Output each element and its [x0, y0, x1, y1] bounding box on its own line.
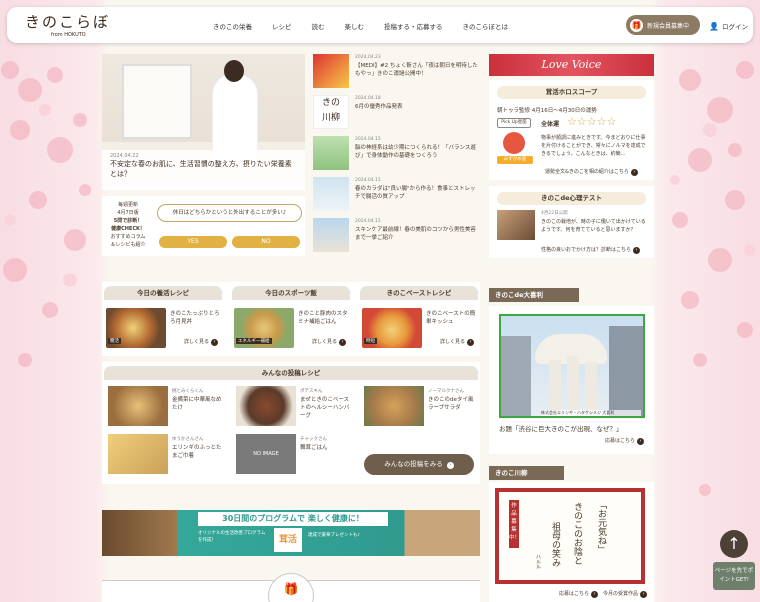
- senryu-poem-frame[interactable]: 作品募集中！ 「お元気ね」 きのこのお陰と 祖母の笑み ハルル: [495, 488, 645, 584]
- psych-link[interactable]: 性格の良いおでかけ方は？診断はこちら ›: [541, 246, 641, 254]
- luck-stars: ☆☆☆☆☆: [567, 115, 617, 128]
- nav-recipe[interactable]: レシピ: [272, 21, 292, 31]
- horoscope-card: 茸活ホロスコープ 朝トゥラ監修 4月16日〜4月30日の運勢 Pick Up星座…: [489, 80, 654, 180]
- recipe-card[interactable]: 簡活 きのこたっぷりとろろ月見丼 詳しく見る ›: [106, 308, 224, 348]
- horoscope-text: 物事が順調に進みときです。今まどおりに仕事を片付けることができ、常々にノルマを達…: [541, 135, 646, 157]
- senryu-author: ハルル: [535, 554, 541, 569]
- news-item[interactable]: 2024.04.23 【MEDI】#2 ちょく斬さん「夜は朝日を明待したもやっ」き…: [313, 54, 481, 88]
- campaign-left-text: オリジナルの生活改善プログラムを作成！: [198, 531, 266, 543]
- ogiri-card: 株式会社エリンギ・ハタケシメジ 大喜利 お題「渋谷に巨大きのこが出現、なぜ？」 …: [489, 306, 654, 454]
- aquarius-icon: [503, 132, 525, 154]
- horoscope-link[interactable]: 運勢全文&きのこを相の紹介はこちら ›: [545, 168, 638, 176]
- no-image-placeholder: NO IMAGE: [236, 434, 296, 474]
- scroll-top-button[interactable]: ↑: [720, 530, 748, 558]
- psych-date: 4月22日公開: [541, 211, 568, 216]
- news-item[interactable]: 2024.04.15 脳の神経系は幼少期につくられる！「バランス遊び」で身体動作の…: [313, 136, 481, 170]
- senryu-card: 作品募集中！ 「お元気ね」 きのこのお陰と 祖母の笑み ハルル 応募はこちら › …: [489, 482, 654, 602]
- hero-title: 不安定な春のお肌に、生活習慣の整え方、摂りたい栄養素とは？: [110, 160, 292, 178]
- campaign-logo: 茸活: [274, 528, 302, 552]
- nav-read[interactable]: 読む: [312, 21, 325, 31]
- senryu-tag: きのこ川柳: [489, 466, 564, 480]
- campaign-right-text: 達成で豪華プレゼントも♪: [308, 533, 361, 538]
- user-icon: 👤: [709, 22, 719, 31]
- recipe-title: きのこたっぷりとろろ月見丼: [170, 311, 220, 325]
- nav-about[interactable]: きのこらぼとは: [463, 21, 509, 31]
- ogiri-title: お題「渋谷に巨大きのこが出現、なぜ？」: [499, 425, 623, 433]
- quiz-intro: 毎週更新 4月7日版 5問で診断！ 健康CHECK！ おすすめコラム ＆レシピも紹介: [110, 202, 146, 248]
- arrow-up-icon: ↑: [727, 534, 741, 553]
- horoscope-period: 朝トゥラ監修 4月16日〜4月30日の運勢: [497, 108, 597, 114]
- horoscope-title: 茸活ホロスコープ: [497, 86, 646, 99]
- ogiri-image[interactable]: 株式会社エリンギ・ハタケシメジ 大喜利: [499, 314, 645, 418]
- senryu-winners-link[interactable]: 今月の受賞作品 ›: [603, 590, 648, 598]
- zodiac-sign: みずがめ座: [497, 156, 533, 164]
- section-daily-recipe: 今日の養活レシピ: [104, 286, 222, 300]
- news-item[interactable]: 2024.04.15 スキンケア最前線！春の美肌のコツから男性美容まで一挙ご紹介: [313, 218, 481, 252]
- view-all-posts-button[interactable]: みんなの投稿をみる ›: [364, 454, 474, 475]
- overall-luck: 全体運: [541, 121, 560, 128]
- psych-test-card: きのこde心理テスト 4月22日公開 きのこの栽培が、時の子に働いて出かけている…: [489, 186, 654, 258]
- quiz-question: 休日はどちらかというと外出することが多い♪: [157, 204, 302, 222]
- login-button[interactable]: 👤 ログイン: [709, 21, 748, 31]
- love-voice-banner[interactable]: Love Voice: [489, 54, 654, 76]
- pickup-badge: Pick Up星座: [497, 118, 531, 128]
- ogiri-caption: 株式会社エリンギ・ハタケシメジ 大喜利: [541, 410, 641, 416]
- nav-nutrition[interactable]: きのこの栄養: [213, 21, 252, 31]
- recipe-title: きのこベーストの簡単キッシュ: [426, 311, 476, 325]
- psych-title: きのこde心理テスト: [497, 192, 646, 205]
- logo-sub: from HOKUTO: [51, 32, 86, 38]
- senryu-line-1: 「お元気ね」: [596, 500, 606, 554]
- nav-enjoy[interactable]: 楽しむ: [345, 21, 365, 31]
- ogiri-link[interactable]: 応募はこちら ›: [605, 437, 645, 445]
- member-signup-button[interactable]: 🎁 新規会員募集中: [626, 15, 700, 35]
- post-item[interactable]: 桃とみくらくん 金備菜に中華風なめたけ: [104, 386, 222, 426]
- health-check-quiz: 毎週更新 4月7日版 5問で診断！ 健康CHECK！ おすすめコラム ＆レシピも紹介 休…: [102, 196, 305, 256]
- senryu-line-3: 祖母の笑み: [550, 522, 560, 567]
- recipe-card[interactable]: エネルギー補給 きのこと豚肉のスタミナ補給ごはん 詳しく見る ›: [234, 308, 352, 348]
- gift-icon: 🎁: [268, 573, 314, 602]
- quiz-no-button[interactable]: NO: [232, 236, 300, 248]
- recipe-more-link[interactable]: 詳しく見る ›: [312, 338, 347, 346]
- quiz-yes-button[interactable]: YES: [159, 236, 227, 248]
- recipe-more-link[interactable]: 詳しく見る ›: [184, 338, 219, 346]
- recipe-title: きのこと豚肉のスタミナ補給ごはん: [298, 311, 348, 325]
- recipe-sections: 今日の養活レシピ 今日のスポーツ飯 きのこベーストレシピ 簡活 きのこたっぷりと…: [102, 282, 480, 356]
- hero-caption[interactable]: 2024.04.22 不安定な春のお肌に、生活習慣の整え方、摂りたい栄養素とは？: [102, 150, 305, 190]
- section-sports-meal: 今日のスポーツ飯: [232, 286, 350, 300]
- psych-text: きのこの栽培が、時の子に働いて出かけているようです。何を育てていると思いますか？: [541, 219, 646, 233]
- senryu-badge: 作品募集中！: [509, 500, 520, 548]
- recipe-more-link[interactable]: 詳しく見る ›: [440, 338, 475, 346]
- main-nav: きのこの栄養 レシピ 読む 楽しむ 投稿する・応募する きのこらぼとは: [213, 21, 528, 31]
- post-item[interactable]: ゆうかさんさん エリンギのふっとたまご巾着: [104, 434, 222, 474]
- footer-area: 🎁: [102, 573, 480, 602]
- section-paste-recipe: きのこベーストレシピ: [360, 286, 478, 300]
- point-get-button[interactable]: ページを先でポイントGET!: [713, 562, 755, 590]
- news-item[interactable]: きの 川柳 2024.04.18 6月の優秀作品発表: [313, 95, 481, 129]
- gift-icon: 🎁: [630, 18, 643, 32]
- post-item[interactable]: ポテスキん まぜときのこベーストのヘルシーハンバーグ: [232, 386, 350, 426]
- campaign-title: 30日間のプログラムで 楽しく健康に！: [198, 512, 388, 526]
- site-header: きのこらぼ from HOKUTO きのこの栄養 レシピ 読む 楽しむ 投稿する・…: [7, 7, 753, 43]
- section-user-posts: みんなの投稿レシピ: [104, 366, 478, 380]
- post-item[interactable]: NO IMAGE チャックさん 舞茸ごはん: [232, 434, 350, 474]
- news-item[interactable]: 2024.04.15 春のカラダは"良い腸"から作る！食事とストレッチで腸活の質ア…: [313, 177, 481, 211]
- post-item[interactable]: ノーマルクナさん きのこのdeタイ風ラーブサラダ: [360, 386, 478, 426]
- senryu-apply-link[interactable]: 応募はこちら ›: [559, 590, 599, 598]
- ogiri-tag: きのこde大喜利: [489, 288, 579, 302]
- campaign-banner[interactable]: 30日間のプログラムで 楽しく健康に！ オリジナルの生活改善プログラムを作成！ …: [102, 510, 480, 556]
- recipe-card[interactable]: 時短 きのこベーストの簡単キッシュ 詳しく見る ›: [362, 308, 480, 348]
- senryu-line-2: きのこのお陰と: [572, 502, 582, 565]
- site-logo[interactable]: きのこらぼ from HOKUTO: [25, 11, 110, 38]
- nav-post[interactable]: 投稿する・応募する: [384, 21, 443, 31]
- psych-thumbnail: [497, 210, 535, 240]
